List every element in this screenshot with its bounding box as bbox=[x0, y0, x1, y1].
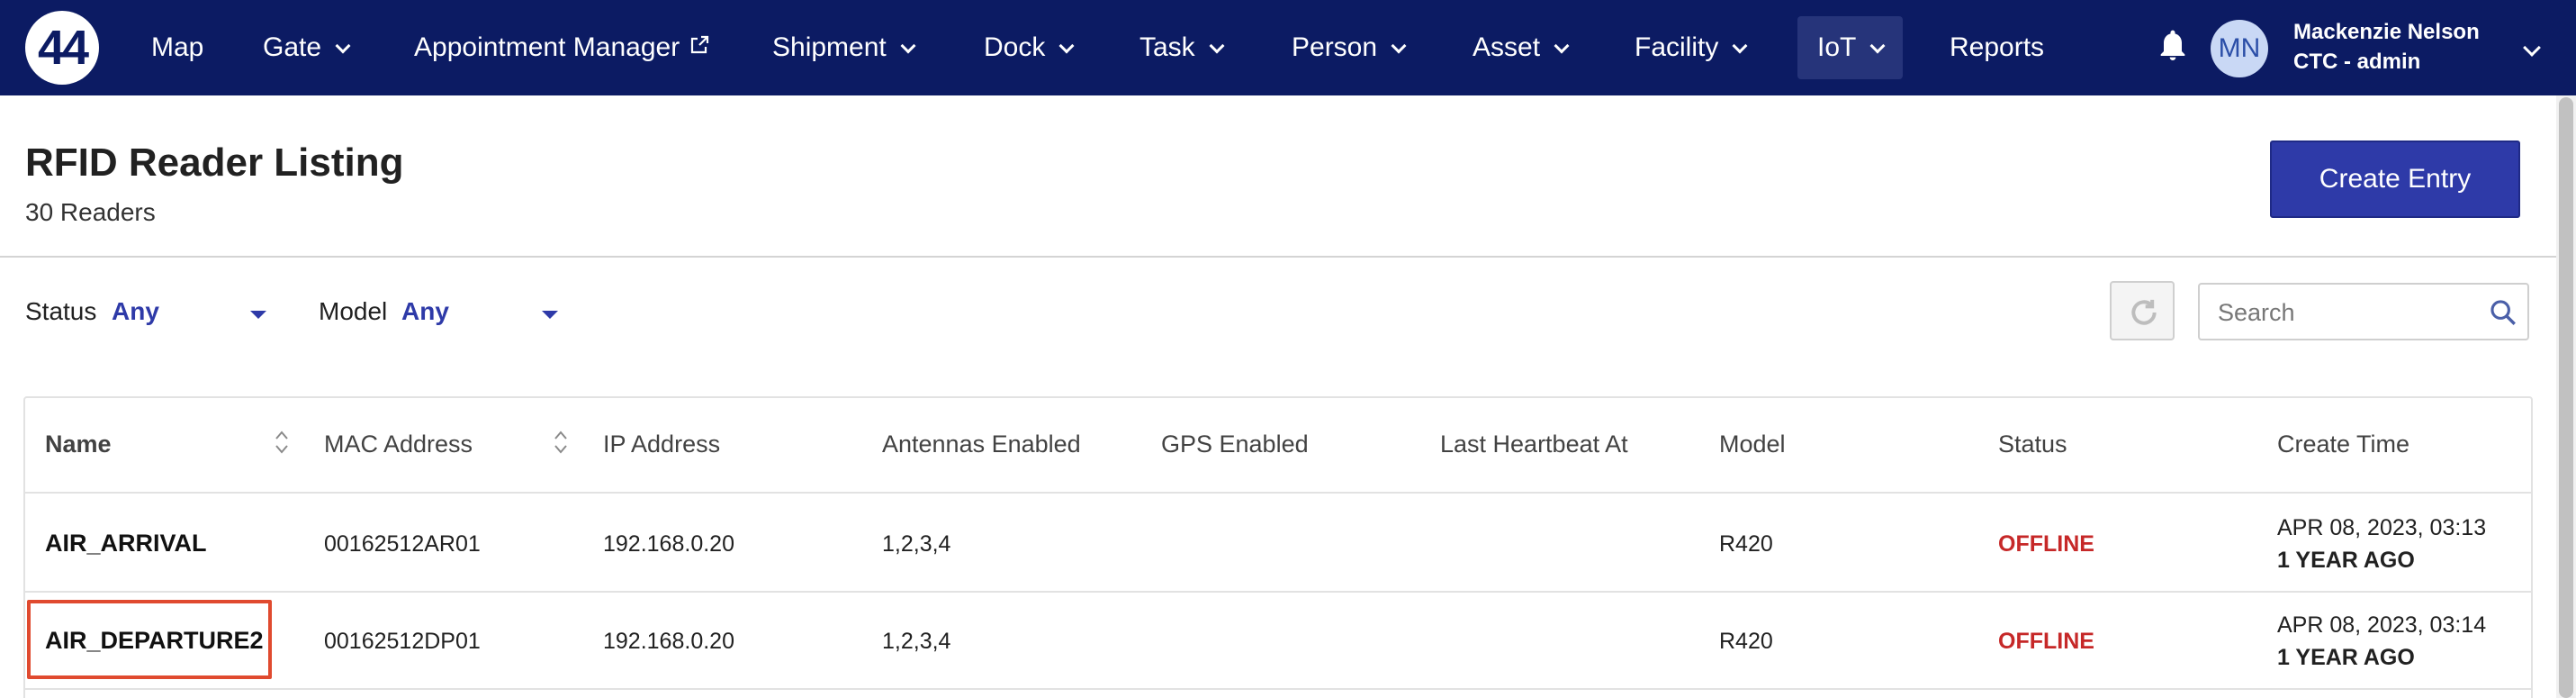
reader-mac: 00162512DP01 bbox=[324, 629, 481, 654]
model-filter-select[interactable]: Any bbox=[401, 297, 449, 326]
row-divider bbox=[25, 591, 2531, 593]
nav-item-label: Gate bbox=[263, 32, 322, 62]
external-link-icon bbox=[691, 35, 709, 54]
refresh-button[interactable] bbox=[2110, 281, 2175, 340]
reader-count: 30 Readers bbox=[25, 198, 156, 226]
status-filter-label: Status bbox=[25, 297, 97, 325]
nav-item-person[interactable]: Person bbox=[1292, 16, 1407, 79]
sort-icon[interactable] bbox=[553, 429, 569, 456]
column-header-mac-address[interactable]: MAC Address bbox=[324, 431, 473, 458]
nav-item-label: IoT bbox=[1817, 32, 1857, 62]
nav-item-shipment[interactable]: Shipment bbox=[772, 16, 916, 79]
reader-mac: 00162512AR01 bbox=[324, 531, 481, 557]
top-nav: 44 Map Gate Appointment Manager Shipment… bbox=[0, 0, 2576, 95]
user-role[interactable]: CTC - admin bbox=[2293, 50, 2420, 75]
avatar[interactable]: MN bbox=[2211, 20, 2268, 77]
selection-highlight bbox=[27, 600, 272, 679]
status-badge: OFFLINE bbox=[1998, 629, 2094, 654]
reader-model: R420 bbox=[1719, 629, 1773, 654]
chevron-down-icon bbox=[1869, 38, 1886, 54]
user-name[interactable]: Mackenzie Nelson bbox=[2293, 20, 2480, 45]
nav-item-facility[interactable]: Facility bbox=[1635, 16, 1748, 79]
caret-down-icon[interactable] bbox=[250, 311, 266, 319]
reader-create-date: APR 08, 2023, 03:13 bbox=[2277, 515, 2487, 540]
chevron-down-icon bbox=[900, 38, 916, 54]
reader-ip: 192.168.0.20 bbox=[603, 531, 734, 557]
nav-item-label: Asset bbox=[1473, 32, 1541, 62]
reader-create-ago: 1 YEAR AGO bbox=[2277, 548, 2415, 573]
nav-item-reports[interactable]: Reports bbox=[1950, 16, 2044, 79]
nav-item-gate[interactable]: Gate bbox=[263, 16, 351, 79]
sort-icon[interactable] bbox=[274, 429, 290, 456]
chevron-down-icon bbox=[335, 38, 351, 54]
create-entry-button[interactable]: Create Entry bbox=[2270, 141, 2520, 218]
reader-model: R420 bbox=[1719, 531, 1773, 557]
chevron-down-icon bbox=[1058, 38, 1075, 54]
nav-item-label: Facility bbox=[1635, 32, 1719, 62]
header-divider bbox=[0, 256, 2556, 258]
table-header-divider bbox=[25, 492, 2531, 494]
nav-item-map[interactable]: Map bbox=[151, 16, 203, 79]
chevron-down-icon[interactable] bbox=[2523, 39, 2541, 57]
search-box bbox=[2198, 283, 2529, 340]
column-header-gps-enabled: GPS Enabled bbox=[1161, 431, 1309, 458]
search-icon[interactable] bbox=[2488, 297, 2518, 328]
bell-icon[interactable] bbox=[2155, 27, 2191, 67]
brand-logo[interactable]: 44 bbox=[25, 11, 99, 85]
nav-item-iot[interactable]: IoT bbox=[1797, 16, 1904, 79]
nav-item-dock[interactable]: Dock bbox=[984, 16, 1075, 79]
page-title: RFID Reader Listing bbox=[25, 141, 404, 185]
reader-ip: 192.168.0.20 bbox=[603, 629, 734, 654]
nav-item-label: Appointment Manager bbox=[414, 32, 680, 62]
refresh-icon bbox=[2131, 299, 2157, 325]
model-filter-label: Model bbox=[319, 297, 388, 325]
column-header-antennas-enabled: Antennas Enabled bbox=[882, 431, 1081, 458]
column-header-create-time: Create Time bbox=[2277, 431, 2410, 458]
reader-antennas: 1,2,3,4 bbox=[882, 629, 951, 654]
caret-down-icon[interactable] bbox=[542, 311, 558, 319]
chevron-down-icon bbox=[1554, 38, 1570, 54]
chevron-down-icon bbox=[1732, 38, 1748, 54]
nav-item-label: Map bbox=[151, 32, 204, 62]
nav-item-label: Shipment bbox=[772, 32, 887, 62]
status-badge: OFFLINE bbox=[1998, 531, 2094, 557]
column-header-model: Model bbox=[1719, 431, 1786, 458]
column-header-name[interactable]: Name bbox=[45, 431, 112, 458]
scrollbar-thumb[interactable] bbox=[2559, 97, 2573, 698]
nav-item-appointment-manager[interactable]: Appointment Manager bbox=[414, 16, 710, 79]
nav-item-label: Person bbox=[1292, 32, 1378, 62]
row-divider bbox=[25, 688, 2531, 690]
nav-item-label: Dock bbox=[984, 32, 1046, 62]
column-header-last-heartbeat: Last Heartbeat At bbox=[1440, 431, 1628, 458]
status-filter-select[interactable]: Any bbox=[112, 297, 159, 326]
search-input[interactable] bbox=[2218, 295, 2479, 330]
nav-item-task[interactable]: Task bbox=[1139, 16, 1225, 79]
chevron-down-icon bbox=[1391, 38, 1407, 54]
readers-table: Name MAC Address IP Address Antennas Ena… bbox=[23, 396, 2533, 698]
nav-item-label: Task bbox=[1139, 32, 1195, 62]
reader-name[interactable]: AIR_ARRIVAL bbox=[45, 530, 207, 557]
reader-create-ago: 1 YEAR AGO bbox=[2277, 645, 2415, 670]
nav-item-asset[interactable]: Asset bbox=[1473, 16, 1570, 79]
chevron-down-icon bbox=[1209, 38, 1225, 54]
reader-create-date: APR 08, 2023, 03:14 bbox=[2277, 612, 2487, 638]
nav-item-label: Reports bbox=[1950, 32, 2045, 62]
column-header-ip-address: IP Address bbox=[603, 431, 721, 458]
reader-antennas: 1,2,3,4 bbox=[882, 531, 951, 557]
column-header-status: Status bbox=[1998, 431, 2067, 458]
